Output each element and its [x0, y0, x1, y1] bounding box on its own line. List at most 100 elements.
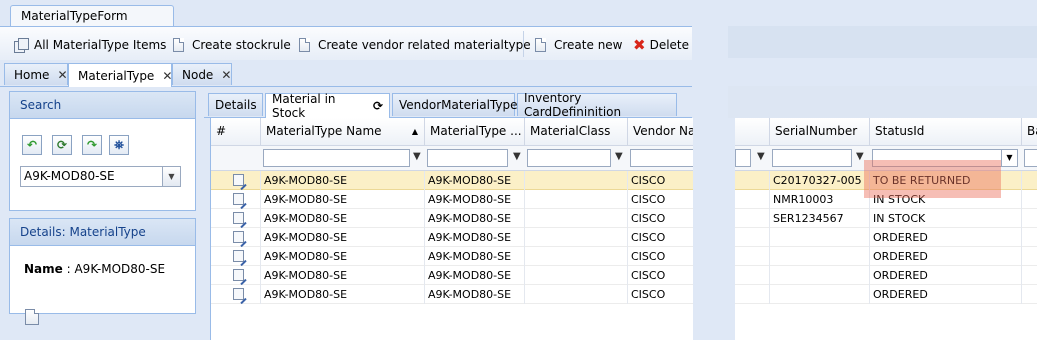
edit-icon[interactable] — [233, 174, 244, 186]
column-header-vendor-name[interactable]: Vendor Na — [628, 118, 693, 145]
filter-input-serialnumber[interactable] — [772, 149, 852, 167]
tab-home-label: Home — [14, 67, 50, 82]
edit-icon[interactable] — [233, 212, 244, 224]
forward-arrow-icon[interactable]: ↷ — [82, 135, 102, 155]
column-header-statusid[interactable]: StatusId — [870, 118, 1022, 145]
edit-icon[interactable] — [233, 231, 244, 243]
tab-materialtype[interactable]: MaterialType ✕ — [68, 63, 172, 87]
filter-input-materialtype[interactable] — [427, 149, 508, 167]
ribbon-tab[interactable]: MaterialTypeForm Actions — [10, 5, 174, 44]
filter-funnel-icon[interactable]: ▼ — [513, 151, 521, 162]
filter-input-vendor[interactable] — [630, 149, 693, 167]
close-icon[interactable]: ✕ — [57, 68, 67, 82]
tab-vendormaterialtype[interactable]: VendorMaterialType — [392, 93, 518, 116]
edit-icon[interactable] — [233, 288, 244, 300]
cell-serialnumber — [770, 247, 870, 266]
column-header-materialtype[interactable]: MaterialType ... — [425, 118, 525, 145]
cell-statusid: ORDERED — [870, 266, 1022, 285]
column-header-partial[interactable] — [735, 118, 770, 145]
cell-statusid: ORDERED — [870, 228, 1022, 247]
table-row[interactable]: A9K-MOD80-SE A9K-MOD80-SE CISCO — [211, 266, 693, 285]
edit-icon[interactable] — [233, 269, 244, 281]
edit-icon[interactable] — [233, 250, 244, 262]
table-row[interactable]: A9K-MOD80-SE A9K-MOD80-SE CISCO — [211, 209, 693, 228]
filter-input-partial[interactable] — [735, 149, 751, 167]
document-tab-bar: Home ✕ MaterialType ✕ Node ✕ — [0, 60, 692, 87]
cell-statusid: ORDERED — [870, 285, 1022, 304]
column-header-ba[interactable]: Ba — [1022, 118, 1037, 145]
document-icon — [173, 38, 184, 52]
cell-materialclass — [525, 285, 628, 304]
table-row[interactable]: ORDERED — [735, 266, 1037, 285]
delete-x-icon: ✖ — [633, 36, 646, 54]
obscured-region — [728, 26, 1037, 58]
delete-button[interactable]: ✖ Delete — [633, 36, 689, 54]
table-row[interactable]: ORDERED — [735, 285, 1037, 304]
binoculars-icon[interactable]: ⛯ — [109, 135, 129, 155]
column-header-materialtype-name[interactable]: MaterialType Name ▲ — [261, 118, 425, 145]
stock-grid-right: SerialNumber StatusId Ba ▼ ▼ ▼ C20170327… — [735, 118, 1037, 340]
column-header-index[interactable]: # — [211, 118, 261, 145]
cell-statusid: ORDERED — [870, 247, 1022, 266]
all-materialtype-items-button[interactable]: All MaterialType Items — [14, 36, 166, 54]
details-name-row: Name : A9K-MOD80-SE — [24, 262, 166, 276]
cell-partial — [735, 228, 770, 247]
table-row[interactable]: SER1234567 IN STOCK — [735, 209, 1037, 228]
refresh-icon[interactable]: ⟳ — [52, 135, 72, 155]
search-combo[interactable]: A9K-MOD80-SE ▼ — [20, 166, 181, 187]
cell-materialtype: A9K-MOD80-SE — [425, 190, 525, 209]
table-row[interactable]: A9K-MOD80-SE A9K-MOD80-SE CISCO — [211, 228, 693, 247]
column-header-materialclass[interactable]: MaterialClass — [525, 118, 628, 145]
all-materialtype-items-label: All MaterialType Items — [34, 38, 167, 52]
edit-icon[interactable] — [233, 193, 244, 205]
column-header-serialnumber[interactable]: SerialNumber — [770, 118, 870, 145]
create-vendor-materialtype-button[interactable]: Create vendor related materialtype — [299, 36, 531, 54]
filter-input-materialtype-name[interactable] — [263, 149, 410, 167]
table-row[interactable]: ORDERED — [735, 247, 1037, 266]
chevron-down-icon[interactable]: ▼ — [1001, 150, 1017, 166]
create-stockrule-button[interactable]: Create stockrule — [173, 36, 291, 54]
close-icon[interactable]: ✕ — [162, 69, 172, 83]
back-arrow-icon[interactable]: ↶ — [22, 135, 42, 155]
filter-input-materialclass[interactable] — [527, 149, 611, 167]
cell-serialnumber — [770, 228, 870, 247]
filter-funnel-icon[interactable]: ▼ — [757, 151, 765, 162]
cell-statusid: IN STOCK — [870, 209, 1022, 228]
tab-vendormaterialtype-label: VendorMaterialType — [399, 98, 518, 112]
detail-tab-bar: Details Material in Stock ⟳ VendorMateria… — [204, 90, 692, 120]
search-panel-title: Search — [10, 92, 195, 119]
create-new-button[interactable]: Create new — [535, 36, 623, 54]
filter-funnel-icon[interactable]: ▼ — [856, 151, 864, 162]
close-icon[interactable]: ✕ — [221, 68, 231, 82]
refresh-icon[interactable]: ⟳ — [373, 99, 383, 113]
filter-input-ba[interactable] — [1024, 149, 1037, 167]
tab-node-label: Node — [182, 67, 214, 82]
cell-vendor: CISCO — [628, 171, 693, 190]
table-row[interactable]: A9K-MOD80-SE A9K-MOD80-SE CISCO — [211, 285, 693, 304]
create-new-label: Create new — [554, 38, 623, 52]
tab-home[interactable]: Home ✕ — [4, 63, 68, 85]
tab-details[interactable]: Details — [208, 93, 263, 116]
cell-materialtype-name: A9K-MOD80-SE — [261, 266, 425, 285]
tab-node[interactable]: Node ✕ — [172, 63, 232, 85]
cell-materialclass — [525, 190, 628, 209]
table-row[interactable]: A9K-MOD80-SE A9K-MOD80-SE CISCO — [211, 190, 693, 209]
chevron-down-icon[interactable]: ▼ — [162, 167, 180, 186]
filter-funnel-icon[interactable]: ▼ — [413, 151, 421, 162]
document-icon[interactable] — [25, 309, 39, 325]
cell-materialclass — [525, 247, 628, 266]
details-name-value: A9K-MOD80-SE — [74, 262, 166, 276]
cell-partial — [735, 247, 770, 266]
tab-material-in-stock[interactable]: Material in Stock ⟳ — [265, 92, 390, 120]
table-row[interactable]: A9K-MOD80-SE A9K-MOD80-SE CISCO — [211, 247, 693, 266]
tab-inventory-carddefininition[interactable]: Inventory CardDefininition — [517, 91, 677, 119]
cell-materialclass — [525, 228, 628, 247]
cell-materialtype-name: A9K-MOD80-SE — [261, 171, 425, 190]
cell-ba — [1022, 266, 1037, 285]
document-icon — [299, 38, 310, 52]
cell-vendor: CISCO — [628, 209, 693, 228]
table-row[interactable]: A9K-MOD80-SE A9K-MOD80-SE CISCO — [211, 171, 693, 190]
cell-partial — [735, 209, 770, 228]
filter-funnel-icon[interactable]: ▼ — [615, 151, 623, 162]
table-row[interactable]: ORDERED — [735, 228, 1037, 247]
